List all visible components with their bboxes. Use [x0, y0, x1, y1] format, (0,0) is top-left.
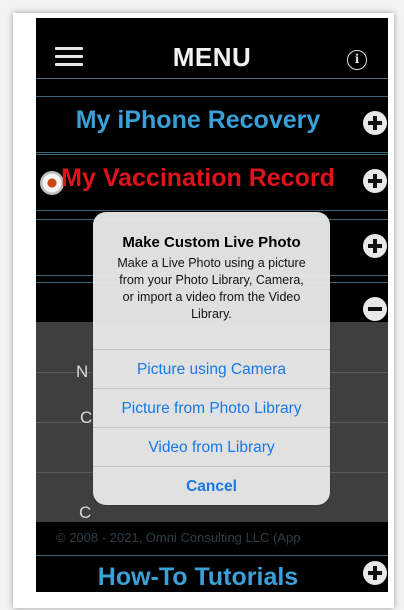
expand-plus-icon[interactable] — [363, 111, 387, 135]
cancel-button[interactable]: Cancel — [93, 466, 330, 505]
picture-using-camera-button[interactable]: Picture using Camera — [93, 349, 330, 388]
collapse-minus-icon[interactable] — [363, 297, 387, 321]
menu-item-vaccination-record[interactable]: My Vaccination Record — [36, 154, 388, 211]
video-from-library-button[interactable]: Video from Library — [93, 427, 330, 466]
picture-from-photo-library-button[interactable]: Picture from Photo Library — [93, 388, 330, 427]
dialog-title: Make Custom Live Photo — [122, 234, 301, 251]
phone-screen: MENU i My iPhone Recovery My Vaccination… — [36, 18, 388, 592]
menu-item-label: My iPhone Recovery — [75, 106, 321, 134]
page-title: MENU — [172, 42, 252, 72]
expand-plus-icon[interactable] — [363, 234, 387, 258]
submenu-item-label[interactable]: N — [76, 362, 88, 382]
nav-header: MENU i — [36, 18, 388, 79]
submenu-item-label[interactable]: C — [79, 503, 91, 523]
menu-item-iphone-recovery[interactable]: My iPhone Recovery — [36, 96, 388, 153]
expand-plus-icon[interactable] — [363, 561, 387, 585]
submenu-item-label[interactable]: C — [80, 408, 92, 428]
copyright-text: © 2008 - 2021, Omni Consulting LLC (App — [56, 530, 301, 545]
expand-plus-icon[interactable] — [363, 169, 387, 193]
dialog-message: Make a Live Photo using a picture from y… — [117, 256, 306, 321]
info-icon[interactable]: i — [347, 50, 367, 70]
menu-item-how-to-tutorials[interactable]: How-To Tutorials — [36, 555, 388, 592]
live-photo-dialog: Make Custom Live Photo Make a Live Photo… — [93, 212, 330, 505]
menu-item-label: How-To Tutorials — [97, 563, 299, 591]
menu-item-label: My Vaccination Record — [61, 164, 335, 192]
